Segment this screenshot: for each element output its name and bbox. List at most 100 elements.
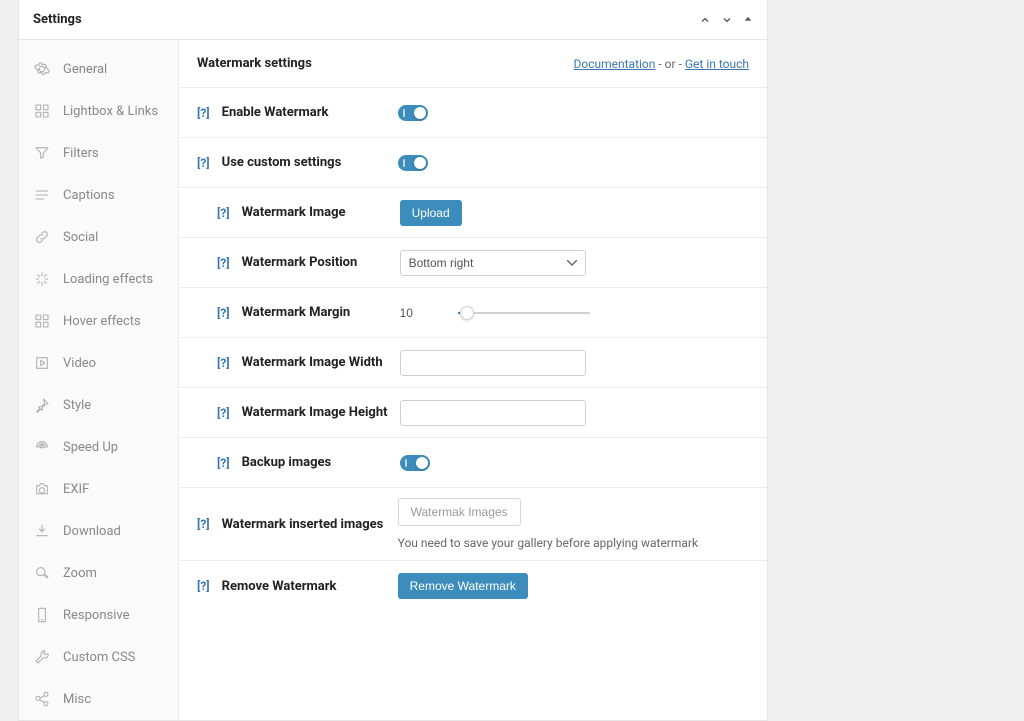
- row-remove-watermark: Remove Watermark Remove Watermark: [179, 561, 767, 611]
- help-icon[interactable]: [217, 256, 230, 270]
- sidebar-item-speed-up[interactable]: Speed Up: [19, 426, 178, 468]
- sidebar-item-filters[interactable]: Filters: [19, 132, 178, 174]
- search-icon: [33, 564, 51, 582]
- slider-track: [458, 312, 590, 314]
- sidebar-item-label: Misc: [63, 692, 91, 707]
- sidebar-item-label: Social: [63, 230, 98, 245]
- row-watermark-margin: Watermark Margin: [179, 288, 767, 338]
- watermark-images-button[interactable]: Watermak Images: [398, 498, 521, 526]
- sidebar-item-style[interactable]: Style: [19, 384, 178, 426]
- sidebar-item-lightbox-links[interactable]: Lightbox & Links: [19, 90, 178, 132]
- label-watermark-image: Watermark Image: [242, 205, 400, 220]
- row-watermark-height: Watermark Image Height: [179, 388, 767, 438]
- download-icon: [33, 522, 51, 540]
- sidebar-item-label: Loading effects: [63, 272, 153, 287]
- sidebar-item-general[interactable]: General: [19, 48, 178, 90]
- sidebar-item-label: EXIF: [63, 482, 89, 497]
- input-watermark-width[interactable]: [400, 350, 586, 376]
- panel-title: Settings: [33, 12, 699, 27]
- sidebar-item-hover-effects[interactable]: Hover effects: [19, 300, 178, 342]
- panel-header-controls: [699, 14, 753, 26]
- sidebar-item-label: Video: [63, 356, 96, 371]
- help-icon[interactable]: [217, 206, 230, 220]
- sidebar-item-captions[interactable]: Captions: [19, 174, 178, 216]
- spinner-icon: [33, 270, 51, 288]
- sidebar-item-custom-css[interactable]: Custom CSS: [19, 636, 178, 678]
- link-separator: - or -: [658, 57, 684, 71]
- settings-sidebar: General Lightbox & Links Filters Captions So…: [19, 40, 179, 720]
- help-icon[interactable]: [197, 517, 210, 531]
- sidebar-item-social[interactable]: Social: [19, 216, 178, 258]
- sidebar-item-label: Hover effects: [63, 314, 141, 329]
- sidebar-item-label: Download: [63, 524, 121, 539]
- main-header: Watermark settings Documentation - or - …: [179, 40, 767, 88]
- label-watermark-position: Watermark Position: [242, 255, 400, 270]
- row-watermark-inserted: Watermark inserted images Watermak Image…: [179, 488, 767, 561]
- watermark-inserted-note: You need to save your gallery before app…: [398, 536, 698, 550]
- row-watermark-position: Watermark Position Bottom right: [179, 238, 767, 288]
- label-remove-watermark: Remove Watermark: [222, 579, 398, 594]
- label-watermark-height: Watermark Image Height: [242, 405, 400, 420]
- input-watermark-height[interactable]: [400, 400, 586, 426]
- help-icon[interactable]: [217, 456, 230, 470]
- lines-icon: [33, 186, 51, 204]
- chevron-up-icon[interactable]: [699, 14, 711, 26]
- sidebar-item-responsive[interactable]: Responsive: [19, 594, 178, 636]
- help-icon[interactable]: [197, 579, 210, 593]
- help-icon[interactable]: [217, 306, 230, 320]
- gear-icon: [33, 60, 51, 78]
- remove-watermark-button[interactable]: Remove Watermark: [398, 573, 528, 599]
- play-icon: [33, 354, 51, 372]
- gauge-icon: [33, 438, 51, 456]
- sidebar-item-loading-effects[interactable]: Loading effects: [19, 258, 178, 300]
- header-links: Documentation - or - Get in touch: [574, 57, 750, 71]
- sidebar-item-label: Captions: [63, 188, 115, 203]
- help-icon[interactable]: [197, 106, 210, 120]
- toggle-backup-images[interactable]: [400, 455, 430, 471]
- settings-main: Watermark settings Documentation - or - …: [179, 40, 767, 720]
- sidebar-item-misc[interactable]: Misc: [19, 678, 178, 720]
- input-watermark-margin[interactable]: [400, 302, 440, 324]
- slider-watermark-margin[interactable]: [458, 305, 590, 321]
- sidebar-item-download[interactable]: Download: [19, 510, 178, 552]
- sidebar-item-label: Style: [63, 398, 91, 413]
- link-icon: [33, 228, 51, 246]
- wrench-icon: [33, 648, 51, 666]
- row-watermark-image: Watermark Image Upload: [179, 188, 767, 238]
- panel-body: General Lightbox & Links Filters Captions So…: [19, 40, 767, 720]
- sidebar-item-zoom[interactable]: Zoom: [19, 552, 178, 594]
- select-watermark-position[interactable]: Bottom right: [400, 250, 586, 276]
- row-use-custom-settings: Use custom settings: [179, 138, 767, 188]
- sidebar-item-label: Lightbox & Links: [63, 104, 158, 119]
- caret-up-icon[interactable]: [743, 14, 753, 26]
- sidebar-item-label: Speed Up: [63, 440, 118, 455]
- help-icon[interactable]: [217, 356, 230, 370]
- label-watermark-margin: Watermark Margin: [242, 305, 400, 320]
- phone-icon: [33, 606, 51, 624]
- row-backup-images: Backup images: [179, 438, 767, 488]
- label-backup-images: Backup images: [242, 455, 400, 470]
- upload-button[interactable]: Upload: [400, 200, 462, 226]
- slider-handle[interactable]: [460, 306, 474, 320]
- help-icon[interactable]: [197, 156, 210, 170]
- sidebar-item-label: General: [63, 62, 107, 77]
- pin-icon: [33, 396, 51, 414]
- sidebar-item-video[interactable]: Video: [19, 342, 178, 384]
- sidebar-item-label: Filters: [63, 146, 99, 161]
- toggle-use-custom-settings[interactable]: [398, 155, 428, 171]
- documentation-link[interactable]: Documentation: [574, 57, 656, 71]
- sidebar-item-label: Responsive: [63, 608, 130, 623]
- page-title: Watermark settings: [197, 56, 574, 71]
- share-icon: [33, 690, 51, 708]
- settings-panel: Settings General Lightbox & Links Filters C…: [18, 0, 768, 721]
- label-use-custom-settings: Use custom settings: [222, 155, 398, 170]
- funnel-icon: [33, 144, 51, 162]
- contact-link[interactable]: Get in touch: [685, 57, 749, 71]
- panel-header: Settings: [19, 0, 767, 40]
- sidebar-item-exif[interactable]: EXIF: [19, 468, 178, 510]
- toggle-enable-watermark[interactable]: [398, 105, 428, 121]
- help-icon[interactable]: [217, 406, 230, 420]
- sidebar-item-label: Zoom: [63, 566, 97, 581]
- chevron-down-icon[interactable]: [721, 14, 733, 26]
- grid-icon: [33, 102, 51, 120]
